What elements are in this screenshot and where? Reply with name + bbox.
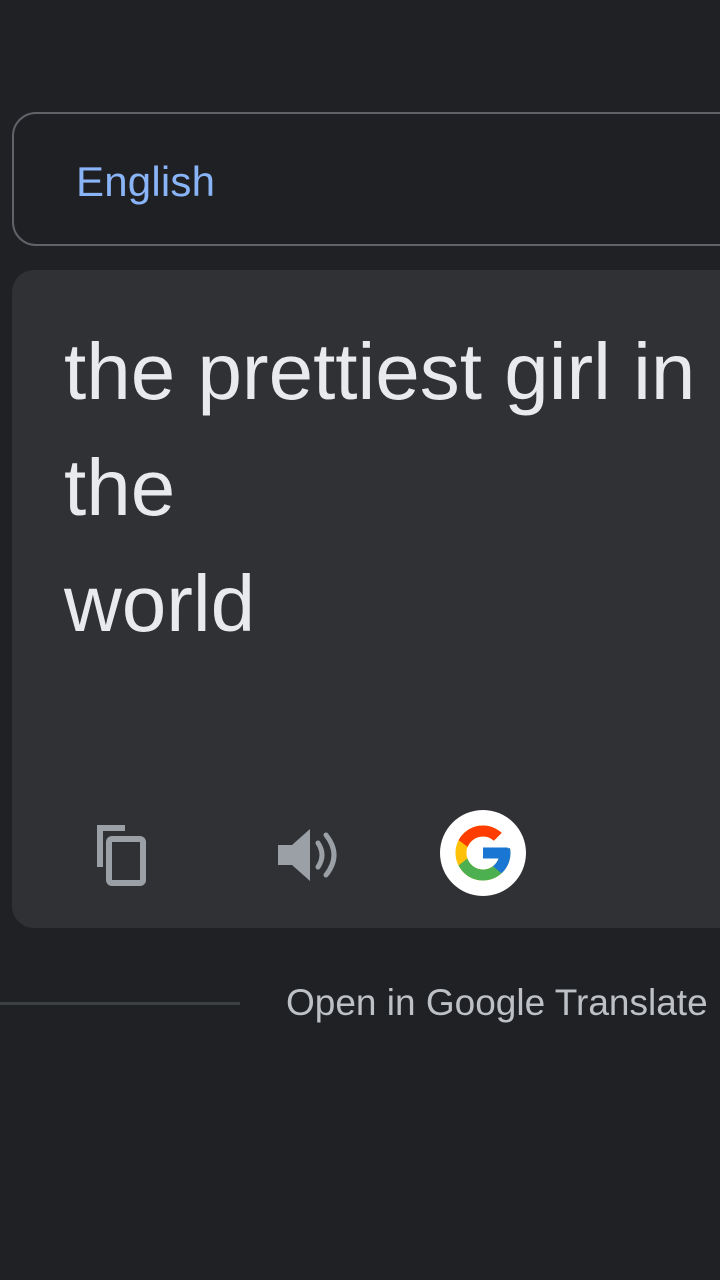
copy-icon	[97, 825, 146, 886]
copy-button[interactable]	[76, 810, 166, 900]
google-icon	[455, 825, 511, 881]
divider	[0, 1002, 240, 1005]
open-in-google-translate-link[interactable]: Open in Google Translate	[286, 982, 708, 1024]
listen-button[interactable]	[260, 810, 354, 900]
translation-text: the prettiest girl in the world	[64, 327, 696, 648]
speaker-icon	[278, 829, 337, 881]
language-selector[interactable]: English	[12, 112, 720, 246]
source-language-label[interactable]: English	[76, 158, 215, 206]
translation-result-card: the prettiest girl in the world	[12, 270, 720, 928]
google-search-button[interactable]	[440, 810, 526, 896]
translate-panel: English the prettiest girl in the world	[0, 0, 720, 1280]
